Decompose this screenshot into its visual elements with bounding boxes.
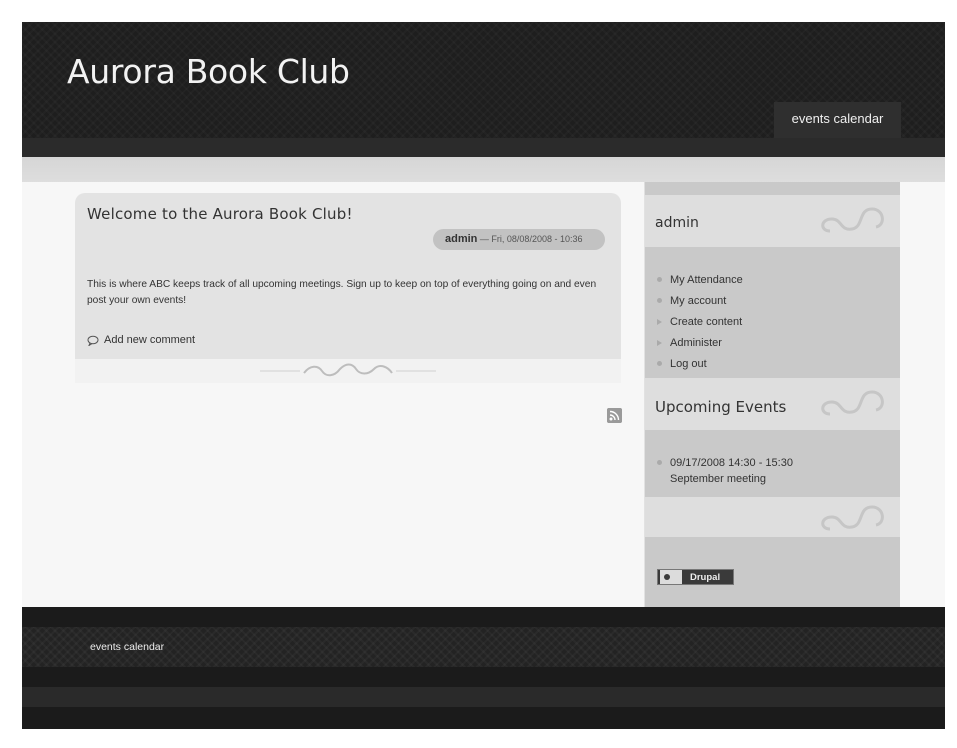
user-block-title: admin (655, 215, 699, 231)
collapsed-arrow-icon (657, 339, 662, 346)
menu-item-create-content[interactable]: Create content (657, 311, 743, 332)
menu-item-my-account[interactable]: My account (657, 290, 743, 311)
event-time[interactable]: 09/17/2008 14:30 - 15:30 (670, 455, 793, 471)
nav-tab-events-calendar[interactable]: events calendar (774, 102, 901, 138)
node-date: — Fri, 08/08/2008 - 10:36 (479, 234, 583, 244)
swirl-ornament-icon (821, 505, 884, 531)
menu-item-label: Log out (670, 357, 707, 370)
bullet-icon (657, 361, 662, 366)
site-footer: events calendar (22, 607, 945, 729)
node-footer-ornament-band (75, 359, 621, 383)
page-right-margin (900, 182, 945, 607)
menu-item-administer[interactable]: Administer (657, 332, 743, 353)
node-article: Welcome to the Aurora Book Club! admin —… (75, 193, 621, 383)
menu-item-label: Administer (670, 336, 722, 349)
event-name[interactable]: September meeting (670, 471, 793, 487)
user-menu: My Attendance My account Create content … (657, 269, 743, 374)
site-name[interactable]: Aurora Book Club (67, 52, 350, 91)
node-title[interactable]: Welcome to the Aurora Book Club! (87, 205, 353, 223)
rss-feed-icon[interactable] (607, 408, 622, 423)
ornament-divider-icon (260, 363, 436, 377)
powered-by-drupal-badge[interactable]: Drupal (657, 569, 734, 585)
footer-strip (22, 687, 945, 707)
browser-page: Aurora Book Club events calendar Welcome… (22, 22, 945, 729)
menu-item-log-out[interactable]: Log out (657, 353, 743, 374)
menu-item-label: My account (670, 294, 727, 307)
footer-link-events-calendar[interactable]: events calendar (90, 641, 164, 653)
user-block-header: admin (645, 195, 900, 247)
menu-item-my-attendance[interactable]: My Attendance (657, 269, 743, 290)
menu-item-label: My Attendance (670, 273, 743, 286)
bullet-icon (657, 298, 662, 303)
empty-block-header (645, 497, 900, 537)
bullet-icon (657, 460, 662, 465)
add-comment-link[interactable]: Add new comment (104, 334, 195, 346)
drupal-badge-label: Drupal (690, 571, 721, 583)
events-block-header: Upcoming Events (645, 378, 900, 430)
swirl-ornament-icon (821, 390, 884, 416)
events-block-title: Upcoming Events (655, 398, 787, 416)
bullet-icon (657, 277, 662, 282)
node-author[interactable]: admin (445, 233, 477, 245)
comment-icon (87, 335, 99, 346)
site-header: Aurora Book Club events calendar (22, 22, 945, 138)
nav-strip (22, 138, 945, 157)
collapsed-arrow-icon (657, 318, 662, 325)
node-body: This is where ABC keeps track of all upc… (87, 279, 597, 306)
swirl-ornament-icon (821, 207, 884, 233)
node-links: Add new comment (87, 334, 195, 346)
node-submitted-info: admin — Fri, 08/08/2008 - 10:36 (433, 229, 605, 250)
drupal-logo-icon (660, 570, 682, 584)
sidebar: admin My Attendance My account Create co… (645, 182, 900, 607)
menu-item-label: Create content (670, 315, 743, 328)
upcoming-event-item: 09/17/2008 14:30 - 15:30 September meeti… (657, 455, 793, 487)
